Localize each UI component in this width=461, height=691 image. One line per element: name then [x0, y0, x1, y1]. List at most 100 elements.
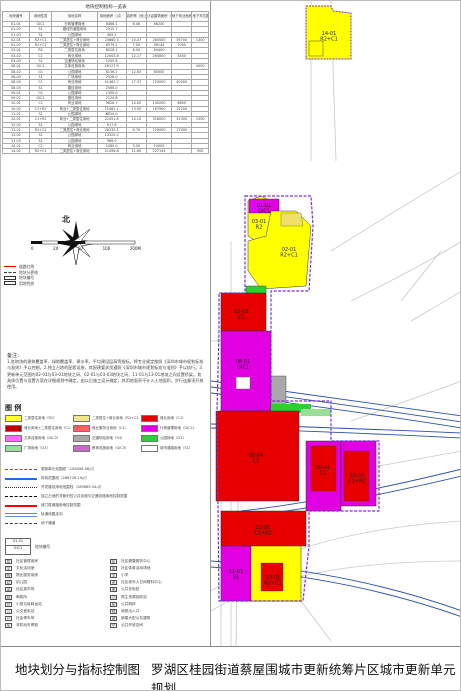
legend-swatch — [5, 425, 22, 432]
facility-icon: 管 — [5, 558, 12, 564]
parcel-use-label: GIC1 — [237, 365, 249, 371]
legend-item: 城市道路用地（S1） — [141, 445, 207, 452]
facility-icon: 老 — [110, 580, 117, 586]
table-cell: 21496.8 — [96, 148, 127, 155]
index-table-title: 地块控制指标一览表 — [85, 5, 127, 10]
facility-icon: 铁 — [110, 608, 117, 614]
notes-text: 1.各地块的建筑覆盖率、绿地覆盖率、建水率、平均建设层高等指标，将专业规定按照《… — [7, 359, 204, 390]
legend-label: 行政管理用地（GIC1） — [160, 426, 197, 430]
facility-legend-item: 公公交首末站 — [5, 608, 102, 614]
parcel-09-01 — [301, 409, 331, 416]
line-legend-label: 更新单元范围线（108458.06㎡） — [41, 467, 97, 471]
legend-item: 文体设施用地（GIC2） — [5, 435, 71, 442]
facility-legend-item: 空公共开放空间 — [110, 623, 207, 629]
parcel-use-label: R2+C1 — [320, 37, 338, 43]
line-legend-label: 拆除范围线（286726.19㎡） — [41, 476, 90, 480]
table-cell: 二类居住+商业用地 — [51, 148, 98, 155]
parcel-14-01-bldg — [308, 40, 324, 57]
parcel-use-label: C1+R2 — [348, 479, 366, 485]
legend-item: 公园绿地（G1） — [141, 435, 207, 442]
facility-icon: 建 — [110, 616, 117, 622]
table-body: 01-01 GIC1 行政管理用地 8466.1 6.46 66200 01-02 S1 路径的… — [2, 20, 209, 155]
facility-legend-item: 铁地铁出入口 — [110, 608, 207, 614]
facility-icon: 空 — [110, 623, 117, 629]
facility-legend-item: 幼幼儿园 — [5, 580, 102, 586]
legend-label: 二类居住用地（R2） — [24, 416, 57, 420]
facility-label: 非机动车停放 — [16, 623, 39, 628]
scale-label-4: 200M — [129, 246, 141, 251]
facility-label: 新建大型公共建筑 — [121, 616, 151, 621]
facility-legend-item: 医社区健康服务中心 — [110, 558, 207, 564]
facility-icon: 车 — [5, 623, 12, 629]
code-row-2: GIC1 — [13, 545, 23, 550]
scale-label-1: 20 — [53, 246, 59, 251]
parcel-use-label: C1 — [320, 471, 327, 477]
planning-map: 14-01 R2+C1 01-01 GIC1 02-01 R2+C1 03-01 R2 03-0… — [210, 1, 460, 647]
facility-label: 再生资源回收站 — [121, 594, 147, 599]
facility-label: 公交首末站 — [16, 608, 35, 613]
facility-label: 公共充电桩 — [121, 587, 140, 592]
land-use-legend: 二类居住用地（R2） 二类居住+商业用地（R2+C1） 商业用地（C1） 商业用地+二… — [5, 415, 207, 452]
line-legend-item: 城门楼道路用地控制范围 — [5, 501, 207, 510]
legend-label: 文体设施用地（GIC2） — [24, 436, 61, 440]
parcel-use-label: GIC1 — [258, 209, 270, 215]
legend-item: 商业用地（C1） — [141, 415, 207, 422]
parcel-08-01-label-box — [235, 376, 251, 390]
facility-label: 社区菜市场 — [16, 587, 35, 592]
table-cell: 11.60 — [125, 148, 148, 155]
legend-swatch — [5, 415, 22, 422]
facility-legend-item: 菜社区菜市场 — [5, 587, 102, 593]
legend-swatch — [141, 415, 158, 422]
facility-label: 幼儿园 — [16, 580, 28, 585]
facility-icon: 体 — [110, 565, 117, 571]
line-swatch — [5, 504, 37, 507]
line-swatch — [5, 496, 37, 497]
facility-icon: 物 — [5, 572, 12, 578]
code-row-3: 地块编号 — [35, 544, 51, 549]
legend-label: 二类居住+商业用地（R2+C1） — [92, 416, 139, 420]
legend-item: 广场用地（G3） — [5, 445, 71, 452]
line-legend: 更新单元范围线（108458.06㎡） 拆除范围线（286726.19㎡） 开发建设… — [5, 465, 207, 528]
facility-icon: 菜 — [5, 587, 12, 593]
legend-swatch — [73, 425, 90, 432]
line-legend-label: 城门楼道路用地控制范围 — [41, 503, 81, 507]
parcel-use-label: C1+R2 — [254, 531, 272, 537]
table-cell: 14-02 — [2, 148, 30, 155]
facility-label: 文化活动室 — [16, 565, 35, 570]
legend-swatch — [73, 415, 90, 422]
facility-label: 地铁出入口 — [121, 608, 140, 613]
table-header-cell: 计容建筑面积（㎡） — [146, 11, 172, 22]
facility-label: 邮政所 — [16, 594, 28, 599]
line-swatch — [5, 523, 37, 524]
facility-legend-item: P 社会停车场 — [5, 616, 102, 622]
facility-legend-item: 管社区管理用房 — [5, 558, 102, 564]
table-header-cell: 用地性质 — [28, 11, 53, 22]
facility-label: 小学 — [121, 572, 129, 577]
parcel-code-legend: 01-01 GIC1 — [5, 538, 31, 555]
facility-label: 社区体育活动场地 — [121, 565, 151, 570]
legend-label: 商业用地+二类居住用地（C1+R2） — [24, 426, 71, 430]
scale-labels: 0 20 50 100 200M — [31, 246, 141, 251]
line-legend-label: 开发建设用地范围线（189685.34㎡） — [41, 485, 104, 489]
parcel-use-label: S1 — [233, 575, 239, 581]
line-swatch — [5, 487, 37, 488]
legend-label: 城市道路用地（S1） — [160, 446, 193, 450]
parcel-08-01 — [220, 330, 272, 412]
table-header-cell: 用地面积（㎡） — [96, 11, 127, 22]
parcel-use-label: R2+C1 — [280, 253, 298, 259]
sheet-footer: 地块划分与指标控制图 罗湖区桂园街道蔡屋围城市更新统筹片区城市更新单元规划 — [1, 646, 460, 690]
facility-label: 社区管理用房 — [16, 558, 39, 563]
planning-drawing-sheet: 地块控制指标一览表 地块编号用地性质用地名称用地面积（㎡）容积率（地上）计容建筑… — [0, 0, 461, 691]
small-legend-item: 用地性质 — [4, 281, 38, 287]
facility-icon: 学 — [110, 572, 117, 578]
legend-label: 商业用地（C1） — [160, 416, 186, 420]
line-swatch — [5, 469, 37, 470]
legend-label: 公园绿地（G1） — [160, 436, 186, 440]
line-swatch — [5, 512, 37, 517]
facility-legend-item: 文文化活动室 — [5, 565, 102, 571]
table-cell — [170, 148, 193, 155]
facility-legend-item: 垃小型垃圾转运站 — [5, 601, 102, 607]
facility-legend-item: 回再生资源回收站 — [110, 594, 207, 600]
facility-icon-legend: 管社区管理用房 医社区健康服务中心文文化活动室 体社区体育活动场地物物业服务用房 学小… — [5, 558, 207, 629]
legend-swatch — [5, 435, 22, 442]
